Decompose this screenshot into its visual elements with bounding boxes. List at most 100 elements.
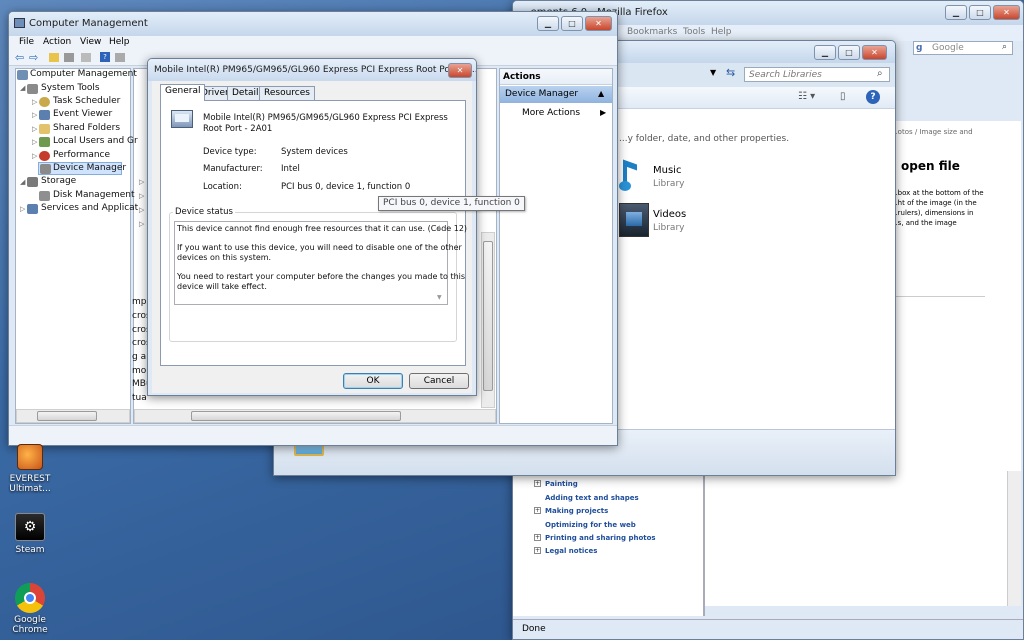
scroll-down-icon[interactable]: ▼ <box>437 294 442 301</box>
tree-system-tools[interactable]: System Tools <box>41 83 100 93</box>
help-link-painting[interactable]: Painting <box>545 480 578 488</box>
scroll-thumb[interactable] <box>483 241 493 391</box>
videos-library-name[interactable]: Videos <box>653 209 686 220</box>
expand-icon[interactable]: ▷ <box>139 178 144 186</box>
device-list-item[interactable]: mp <box>132 297 146 307</box>
search-icon[interactable]: ⌕ <box>877 68 883 79</box>
menu-help[interactable]: Help <box>711 27 732 37</box>
help-icon[interactable]: ? <box>100 52 110 62</box>
music-library-name[interactable]: Music <box>653 165 681 176</box>
scroll-thumb[interactable] <box>191 411 401 421</box>
tree-performance[interactable]: Performance <box>53 150 110 160</box>
maximize-button[interactable]: □ <box>838 45 860 60</box>
tree-task-scheduler[interactable]: Task Scheduler <box>53 96 120 106</box>
expand-icon[interactable]: ▷ <box>32 98 37 106</box>
tab-resources[interactable]: Resources <box>259 86 315 100</box>
help-link-projects[interactable]: Making projects <box>545 507 608 515</box>
scroll-up-icon[interactable]: ▲ <box>437 224 442 231</box>
refresh-icon[interactable]: ⇆ <box>726 66 735 79</box>
expand-icon[interactable]: + <box>534 507 541 514</box>
tree-shared-folders[interactable]: Shared Folders <box>53 123 120 133</box>
expand-icon[interactable]: ▷ <box>32 125 37 133</box>
show-hide-icon[interactable] <box>115 53 125 62</box>
device-list-item[interactable]: g a <box>132 352 146 362</box>
menu-tools[interactable]: Tools <box>683 27 705 37</box>
expand-icon[interactable]: ▷ <box>32 152 37 160</box>
expand-icon[interactable]: ▷ <box>20 205 25 213</box>
help-link-legal[interactable]: Legal notices <box>545 547 597 555</box>
list-scrollbar[interactable] <box>134 409 496 423</box>
forward-icon[interactable]: ⇨ <box>29 51 38 64</box>
tree-computer-management[interactable]: Computer Management <box>30 69 137 79</box>
minimize-button[interactable]: ▁ <box>537 16 559 31</box>
chevron-down-icon[interactable]: ▼ <box>710 68 716 77</box>
help-link-printing[interactable]: Printing and sharing photos <box>545 534 656 542</box>
expand-icon[interactable]: ▷ <box>139 206 144 214</box>
expand-icon[interactable]: ▷ <box>32 111 37 119</box>
menu-file[interactable]: File <box>19 37 34 47</box>
menu-action[interactable]: Action <box>43 37 71 47</box>
maximize-button[interactable]: □ <box>969 5 991 20</box>
collapse-icon[interactable]: ◢ <box>20 84 25 92</box>
minimize-button[interactable]: ▁ <box>814 45 836 60</box>
back-icon[interactable]: ⇦ <box>15 51 24 64</box>
manufacturer-value: Intel <box>281 164 300 174</box>
expand-icon[interactable]: + <box>534 480 541 487</box>
expand-icon[interactable]: + <box>534 534 541 541</box>
maximize-button[interactable]: □ <box>561 16 583 31</box>
collapse-icon[interactable]: ▲ <box>598 89 604 98</box>
videos-library-icon[interactable] <box>619 203 649 237</box>
minimize-button[interactable]: ▁ <box>945 5 967 20</box>
preview-pane-icon[interactable]: ▯ <box>840 91 846 102</box>
help-link-web[interactable]: Optimizing for the web <box>545 521 636 529</box>
close-button[interactable]: ✕ <box>448 63 472 78</box>
expand-icon[interactable]: ▷ <box>32 138 37 146</box>
actions-device-manager-section[interactable]: Device Manager ▲ <box>500 86 612 103</box>
libraries-search-input[interactable]: Search Libraries <box>749 70 822 80</box>
tab-general[interactable]: General <box>160 84 206 101</box>
up-folder-icon[interactable] <box>49 53 59 62</box>
menu-help[interactable]: Help <box>109 37 130 47</box>
tree-services-applications[interactable]: Services and Applicat <box>41 203 138 213</box>
properties-icon[interactable] <box>81 53 91 62</box>
views-icon[interactable]: ☷ ▾ <box>798 91 815 102</box>
tab-panel: Mobile Intel(R) PM965/GM965/GL960 Expres… <box>160 100 467 366</box>
cancel-button[interactable]: Cancel <box>409 373 469 389</box>
videos-library-type: Library <box>653 223 685 233</box>
services-icon <box>27 204 38 214</box>
search-icon[interactable]: ⌕ <box>1002 42 1007 52</box>
everest-desktop-icon[interactable]: EVEREST Ultimat... <box>0 444 60 494</box>
device-list-vscrollbar[interactable] <box>481 232 495 408</box>
scroll-thumb[interactable] <box>37 411 97 421</box>
collapse-icon[interactable]: ◢ <box>20 178 25 186</box>
steam-desktop-icon[interactable]: ⚙ Steam <box>0 513 60 555</box>
device-status-group: Device status This device cannot find en… <box>169 207 467 342</box>
tree-scrollbar[interactable] <box>16 409 130 423</box>
chevron-right-icon: ▶ <box>600 108 607 117</box>
menu-bookmarks[interactable]: Bookmarks <box>627 27 677 37</box>
expand-icon[interactable]: ▷ <box>139 220 144 228</box>
tree-storage[interactable]: Storage <box>41 176 76 186</box>
close-button[interactable]: ✕ <box>862 45 887 60</box>
help-scrollbar[interactable] <box>1007 471 1021 606</box>
tree-disk-management[interactable]: Disk Management <box>53 190 134 200</box>
expand-icon[interactable]: ▷ <box>139 192 144 200</box>
menu-view[interactable]: View <box>80 37 101 47</box>
help-link-text-shapes[interactable]: Adding text and shapes <box>545 494 639 502</box>
console-tree-icon[interactable] <box>64 53 74 62</box>
chrome-desktop-icon[interactable]: Google Chrome <box>0 583 60 635</box>
tree-local-users[interactable]: Local Users and Gr <box>53 136 138 146</box>
close-button[interactable]: ✕ <box>585 16 612 31</box>
ok-button[interactable]: OK <box>343 373 403 389</box>
more-actions-item[interactable]: More Actions ▶ <box>500 105 612 121</box>
device-list-item[interactable]: tua <box>132 393 147 403</box>
expand-icon[interactable]: + <box>534 547 541 554</box>
close-button[interactable]: ✕ <box>993 5 1020 20</box>
help-icon[interactable]: ? <box>866 90 880 104</box>
google-search-input[interactable]: Google <box>932 43 964 53</box>
music-library-icon[interactable] <box>619 159 649 193</box>
tree-event-viewer[interactable]: Event Viewer <box>53 109 112 119</box>
device-list-item[interactable]: mo <box>132 366 146 376</box>
tree-device-manager[interactable]: Device Manager <box>53 163 126 173</box>
device-status-textbox[interactable]: This device cannot find enough free reso… <box>174 221 467 305</box>
